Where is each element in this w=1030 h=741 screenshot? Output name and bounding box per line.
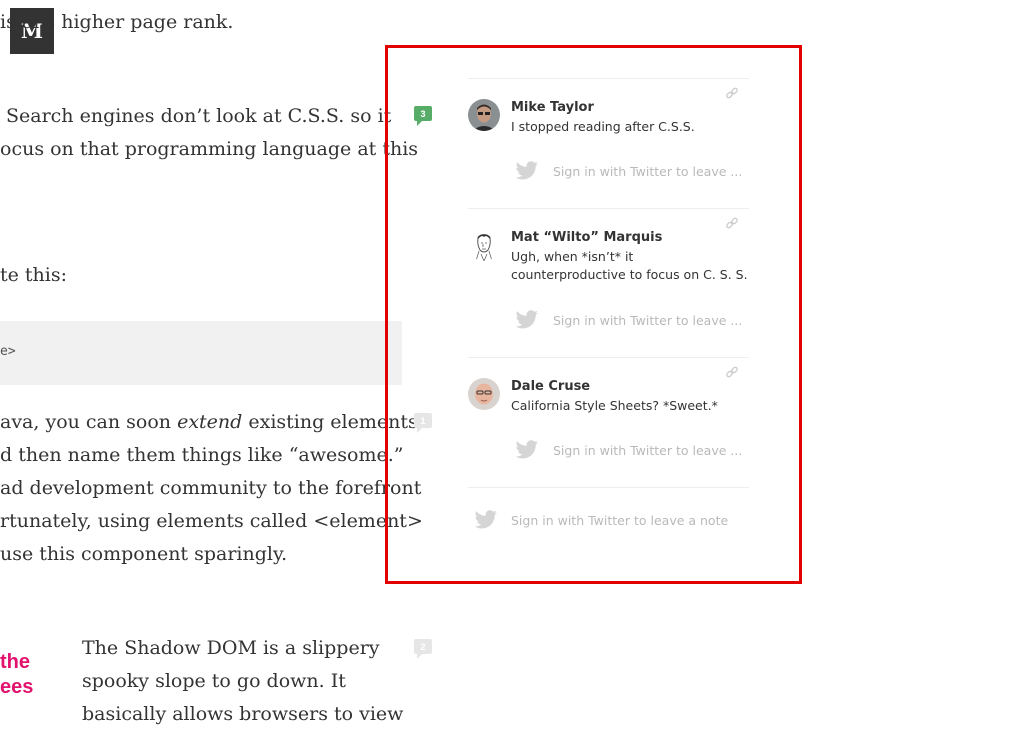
article-line: ava, you can soon extend existing elemen… bbox=[0, 410, 418, 434]
leave-note-prompt[interactable]: Sign in with Twitter to leave a note bbox=[474, 510, 728, 530]
avatar[interactable] bbox=[468, 229, 500, 261]
leave-note-label: Sign in with Twitter to leave a note bbox=[511, 512, 729, 528]
link-icon[interactable] bbox=[725, 365, 739, 379]
note: Dale Cruse California Style Sheets? *Swe… bbox=[468, 357, 749, 487]
article-line: ocus on that programming language at thi… bbox=[0, 138, 419, 160]
note-text: I stopped reading after C.S.S. bbox=[511, 119, 695, 134]
article-line: te this: bbox=[0, 264, 68, 286]
notes-panel: Mike Taylor I stopped reading after C.S.… bbox=[468, 78, 749, 489]
twitter-icon bbox=[474, 510, 497, 529]
article-line: use this component sparingly. bbox=[0, 543, 288, 565]
link-icon[interactable] bbox=[725, 86, 739, 100]
article-line: spooky slope to go down. It bbox=[82, 670, 346, 692]
note-author[interactable]: Mat “Wilto” Marquis bbox=[511, 230, 662, 245]
note: Mat “Wilto” Marquis Ugh, when *isn’t* it… bbox=[468, 208, 749, 357]
note-text: California Style Sheets? *Sweet.* bbox=[511, 398, 718, 413]
avatar-sketch bbox=[468, 229, 500, 261]
twitter-icon bbox=[515, 161, 538, 180]
reply-prompt[interactable]: Sign in with Twitter to leave ... bbox=[515, 161, 742, 181]
article-line: basically allows browsers to view bbox=[82, 703, 404, 725]
note-author[interactable]: Dale Cruse bbox=[511, 379, 590, 394]
twitter-icon bbox=[515, 310, 538, 329]
reply-prompt[interactable]: Sign in with Twitter to leave ... bbox=[515, 310, 742, 330]
avatar[interactable] bbox=[468, 99, 500, 131]
article-line: is ans higher page rank. bbox=[0, 11, 234, 33]
note-author[interactable]: Mike Taylor bbox=[511, 100, 594, 115]
avatar-photo bbox=[468, 378, 500, 410]
article-line: d then name them things like “awesome.” bbox=[0, 444, 404, 466]
avatar-photo bbox=[468, 99, 500, 131]
image-thumbnail-text: ees bbox=[0, 676, 34, 698]
code-block bbox=[0, 321, 402, 385]
code-text: e> bbox=[0, 344, 16, 359]
avatar[interactable] bbox=[468, 378, 500, 410]
article-line: The Shadow DOM is a slippery bbox=[82, 637, 380, 659]
reply-placeholder: Sign in with Twitter to leave ... bbox=[553, 163, 743, 179]
article-line: Search engines don’t look at C.S.S. so i… bbox=[6, 105, 392, 127]
note: Mike Taylor I stopped reading after C.S.… bbox=[468, 78, 749, 208]
twitter-icon bbox=[515, 440, 538, 459]
article-text: ava, you can soon bbox=[0, 411, 178, 433]
notes-divider bbox=[468, 487, 749, 489]
reply-prompt[interactable]: Sign in with Twitter to leave ... bbox=[515, 440, 742, 460]
article-line: ad development community to the forefron… bbox=[0, 477, 422, 499]
article-line: rtunately, using elements called <elemen… bbox=[0, 510, 423, 532]
note-count-badge[interactable]: 2 bbox=[414, 639, 432, 659]
article-emphasis: extend bbox=[177, 411, 243, 433]
link-icon[interactable] bbox=[725, 216, 739, 230]
image-thumbnail-text: the bbox=[0, 651, 30, 673]
reply-placeholder: Sign in with Twitter to leave ... bbox=[553, 442, 743, 458]
reply-placeholder: Sign in with Twitter to leave ... bbox=[553, 312, 743, 328]
note-text: Ugh, when *isn’t* it counterproductive t… bbox=[511, 249, 748, 282]
